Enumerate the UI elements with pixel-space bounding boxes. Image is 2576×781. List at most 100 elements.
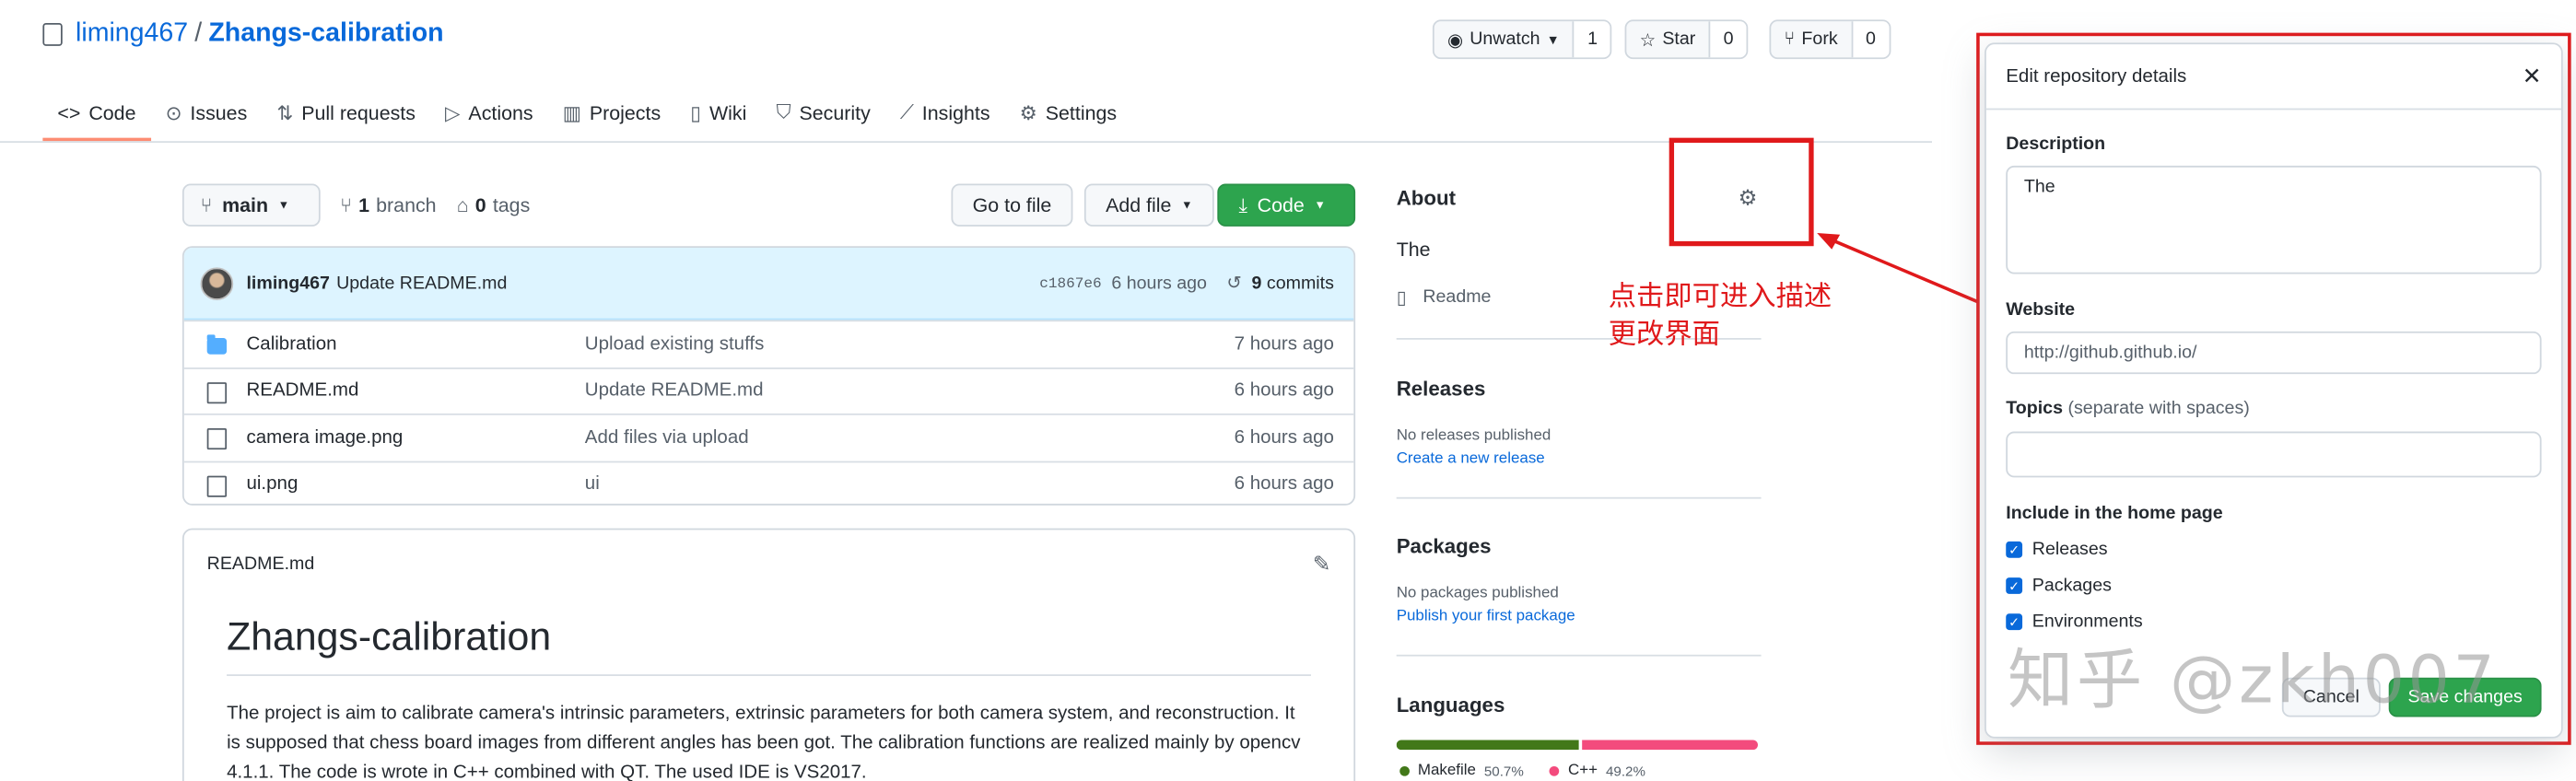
- modal-title: Edit repository details: [2006, 66, 2187, 87]
- annotation-text: 点击即可进入描述 更改界面: [1609, 279, 1832, 355]
- commits-label: commits: [1266, 273, 1334, 294]
- star-count[interactable]: 0: [1708, 21, 1747, 58]
- language-item[interactable]: Makefile 50.7%: [1399, 762, 1524, 779]
- gear-icon[interactable]: ⚙: [1739, 185, 1758, 212]
- publish-package-link[interactable]: Publish your first package: [1397, 607, 1575, 625]
- file-name[interactable]: README.md: [246, 381, 358, 401]
- file-commit-message[interactable]: Add files via upload: [585, 428, 749, 448]
- modal-header: Edit repository details ✕: [1985, 44, 2561, 111]
- fork-count[interactable]: 0: [1850, 21, 1890, 58]
- language-bar-segment: [1396, 740, 1578, 751]
- file-name[interactable]: Calibration: [246, 334, 336, 354]
- description-label: Description: [2006, 134, 2106, 155]
- packages-checkbox[interactable]: ✓ Packages: [2006, 576, 2112, 596]
- file-name[interactable]: camera image.png: [246, 428, 403, 448]
- readme-header: README.md ✎: [184, 530, 1354, 599]
- file-icon: [206, 427, 228, 450]
- languages-legend: Makefile 50.7% C++ 49.2%: [1399, 762, 1645, 779]
- go-to-file-button[interactable]: Go to file: [951, 183, 1073, 227]
- website-label: Website: [2006, 300, 2076, 321]
- file-icon: [206, 474, 228, 496]
- tab-label: Projects: [589, 100, 662, 124]
- download-icon: ⤓: [1238, 192, 1247, 216]
- language-percent: 50.7%: [1483, 762, 1524, 779]
- file-commit-message[interactable]: ui: [585, 474, 600, 494]
- file-browser: liming467 Update README.md c1867e6 6 hou…: [181, 246, 1356, 506]
- commit-author[interactable]: liming467: [246, 274, 329, 293]
- tab-issues[interactable]: ⊙ Issues: [151, 86, 263, 140]
- language-item[interactable]: C++ 49.2%: [1550, 762, 1645, 779]
- star-button[interactable]: ☆ Star: [1626, 21, 1708, 57]
- go-to-file-label: Go to file: [972, 193, 1052, 217]
- pencil-icon[interactable]: ✎: [1313, 552, 1330, 578]
- tab-settings[interactable]: ⚙ Settings: [1005, 86, 1132, 140]
- checkbox-label: Releases: [2032, 540, 2108, 560]
- commits-link[interactable]: 9 commits: [1252, 274, 1334, 293]
- about-description: The: [1396, 238, 1431, 262]
- table-row: Calibration Upload existing stuffs 7 hou…: [183, 320, 1354, 367]
- readme-filename[interactable]: README.md: [207, 554, 315, 574]
- file-age: 6 hours ago: [1234, 380, 1334, 402]
- tab-code[interactable]: <> Code: [42, 86, 150, 142]
- avatar[interactable]: [200, 266, 234, 300]
- add-file-button[interactable]: Add file ▼: [1083, 183, 1214, 227]
- branch-selector[interactable]: ⑂ main ▼: [181, 183, 321, 227]
- fork-button[interactable]: ⑂ Fork: [1771, 21, 1851, 57]
- readme-panel: README.md ✎ Zhangs-calibration The proje…: [181, 528, 1356, 781]
- repo-name-link[interactable]: Zhangs-calibration: [208, 19, 443, 49]
- readme-paragraph: The project is aim to calibrate camera's…: [227, 704, 1301, 781]
- shield-icon: ⛉: [776, 99, 791, 123]
- watch-count[interactable]: 1: [1573, 21, 1611, 58]
- watch-label: Unwatch: [1469, 29, 1540, 50]
- readme-title: Zhangs-calibration: [227, 615, 1311, 676]
- tab-projects[interactable]: ▥ Projects: [548, 86, 676, 140]
- code-button[interactable]: ⤓ Code ▼: [1217, 183, 1356, 227]
- chevron-down-icon: ▼: [1546, 31, 1560, 47]
- commit-message[interactable]: Update README.md: [336, 274, 507, 293]
- include-label: Include in the home page: [2006, 503, 2223, 524]
- tab-wiki[interactable]: ▯ Wiki: [675, 86, 761, 140]
- tags-link[interactable]: ⌂ 0 tags: [457, 184, 531, 227]
- watch-button-group: ◉ Unwatch ▼ 1: [1432, 19, 1613, 60]
- description-field[interactable]: The: [2006, 165, 2542, 274]
- website-field[interactable]: http://github.github.io/: [2006, 331, 2542, 375]
- chevron-down-icon: ▼: [1181, 199, 1193, 211]
- project-icon: ▥: [562, 100, 581, 124]
- tab-security[interactable]: ⛉ Security: [761, 86, 884, 140]
- commit-sha[interactable]: c1867e6: [1039, 274, 1101, 291]
- file-name[interactable]: ui.png: [246, 474, 298, 494]
- language-dot: [1550, 765, 1561, 775]
- tab-label: Pull requests: [301, 100, 416, 124]
- branches-count: 1: [358, 193, 370, 217]
- watch-button[interactable]: ◉ Unwatch ▼: [1434, 21, 1573, 57]
- readme-link[interactable]: ▯ Readme: [1397, 287, 1492, 309]
- pull-request-icon: ⇅: [276, 100, 294, 124]
- tab-insights[interactable]: ⟋ Insights: [885, 86, 1005, 140]
- branch-icon: ⑂: [200, 193, 213, 217]
- releases-heading[interactable]: Releases: [1397, 378, 1486, 401]
- create-release-link[interactable]: Create a new release: [1397, 449, 1545, 468]
- topics-field[interactable]: [2006, 431, 2542, 478]
- packages-heading[interactable]: Packages: [1397, 535, 1492, 558]
- book-icon: ▯: [690, 100, 702, 124]
- fork-button-group: ⑂ Fork 0: [1769, 19, 1891, 60]
- releases-checkbox[interactable]: ✓ Releases: [2006, 540, 2108, 560]
- tab-pull-requests[interactable]: ⇅ Pull requests: [262, 86, 430, 140]
- file-age: 7 hours ago: [1234, 333, 1334, 355]
- tab-actions[interactable]: ▷ Actions: [430, 86, 548, 140]
- annotation-arrow: [1817, 232, 1979, 304]
- file-commit-message[interactable]: Upload existing stuffs: [585, 334, 765, 354]
- annotation-line: 更改界面: [1608, 318, 1720, 352]
- tab-label: Settings: [1045, 100, 1118, 124]
- branches-link[interactable]: ⑂ 1 branch: [340, 184, 436, 227]
- packages-empty: No packages published: [1396, 584, 1559, 602]
- close-icon[interactable]: ✕: [2523, 63, 2542, 90]
- repo-owner-link[interactable]: liming467: [76, 19, 188, 49]
- folder-icon: [206, 334, 228, 355]
- branch-name: main: [222, 193, 269, 217]
- divider: [1396, 496, 1762, 499]
- chevron-down-icon: ▼: [277, 199, 290, 211]
- tabs-divider: [0, 141, 1932, 143]
- file-commit-message[interactable]: Update README.md: [585, 381, 764, 401]
- star-button-group: ☆ Star 0: [1624, 19, 1749, 60]
